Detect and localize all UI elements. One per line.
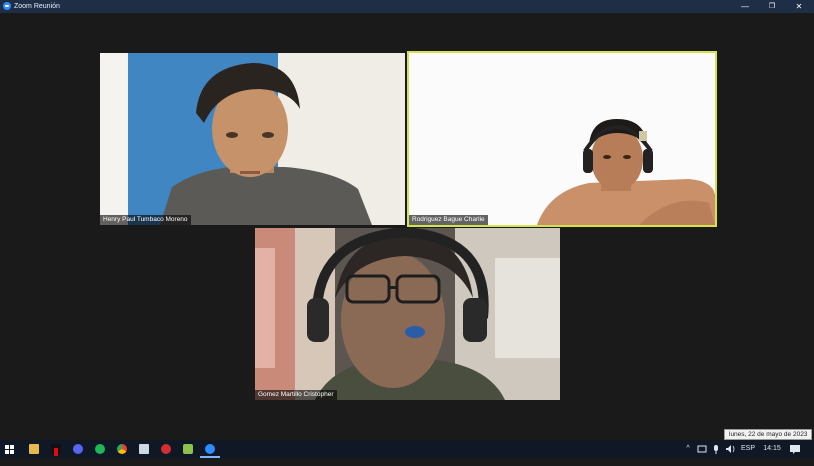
- close-button[interactable]: ✕: [787, 0, 811, 13]
- date-tooltip: lunes, 22 de mayo de 2023: [724, 429, 813, 440]
- participant-video-charlie[interactable]: Rodriguez Bague Charlie: [407, 51, 717, 227]
- participant-name-label: Gomez Martillo Cristopher: [255, 390, 337, 400]
- participant-video-henry[interactable]: Henry Paul Tumbaco Moreno: [100, 53, 405, 225]
- participant-video-cristopher[interactable]: Gomez Martillo Cristopher: [255, 228, 560, 400]
- microphone-icon[interactable]: [711, 440, 721, 458]
- file-explorer-icon[interactable]: [29, 444, 39, 454]
- windows-taskbar: ^ ESP 14:15: [0, 440, 814, 458]
- spotify-icon[interactable]: [95, 444, 105, 454]
- record-icon[interactable]: [161, 444, 171, 454]
- participant-name-label: Rodriguez Bague Charlie: [409, 215, 488, 225]
- android-icon[interactable]: [183, 444, 193, 454]
- maximize-button[interactable]: ❐: [760, 0, 784, 13]
- network-icon[interactable]: [697, 440, 707, 458]
- video-feed-henry: [100, 53, 405, 225]
- discord-icon[interactable]: [73, 444, 83, 454]
- tray-chevron-icon[interactable]: ^: [682, 440, 694, 458]
- window-title: Zoom Reunión: [14, 3, 60, 10]
- video-feed-cristopher: [255, 228, 560, 400]
- windows-start-icon[interactable]: [5, 445, 14, 454]
- zoom-logo-icon: [3, 2, 11, 10]
- notifications-icon[interactable]: [788, 440, 802, 458]
- clock[interactable]: 14:15: [760, 440, 784, 458]
- video-feed-charlie: [409, 53, 715, 225]
- volume-icon[interactable]: [724, 440, 736, 458]
- app-icon[interactable]: [139, 444, 149, 454]
- minimize-button[interactable]: —: [733, 0, 757, 13]
- chrome-icon[interactable]: [117, 444, 127, 454]
- language-indicator[interactable]: ESP: [739, 440, 757, 458]
- netflix-icon[interactable]: [51, 444, 61, 456]
- window-titlebar: Zoom Reunión — ❐ ✕: [0, 0, 814, 13]
- zoom-taskbar-icon[interactable]: [205, 444, 215, 454]
- participant-name-label: Henry Paul Tumbaco Moreno: [100, 215, 191, 225]
